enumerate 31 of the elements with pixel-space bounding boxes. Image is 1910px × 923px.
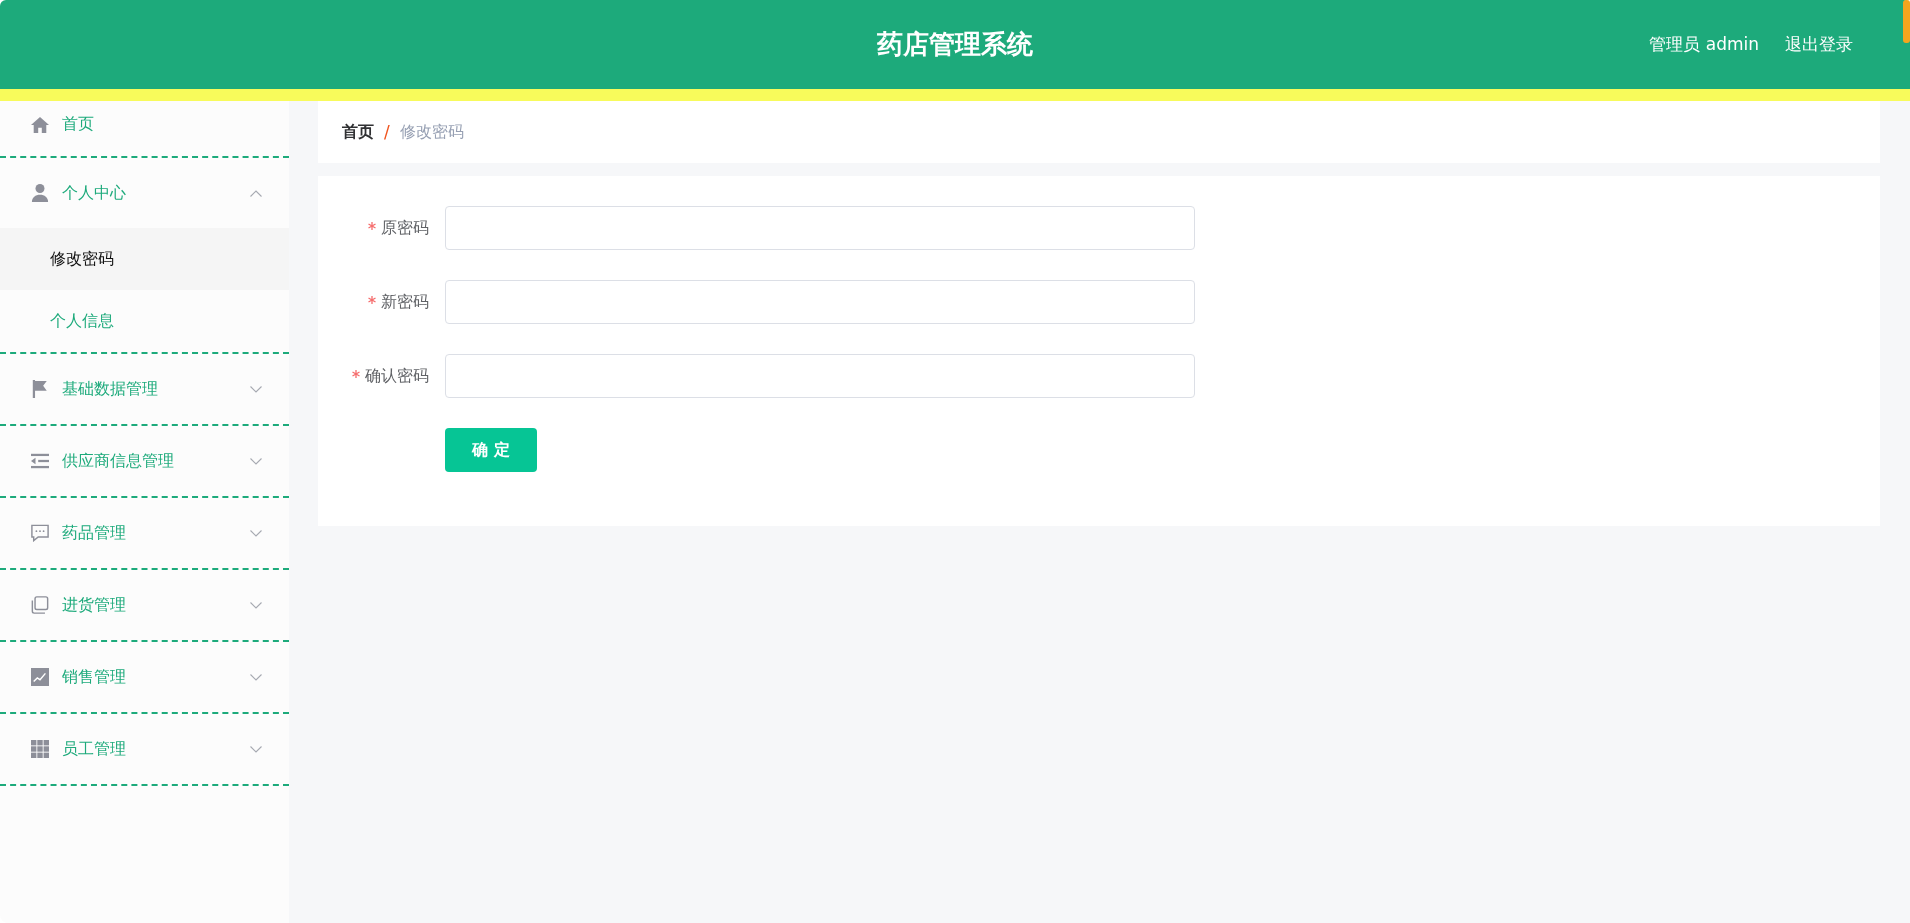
home-icon — [31, 115, 49, 134]
flag-icon — [31, 380, 49, 398]
breadcrumb-current: 修改密码 — [399, 121, 464, 143]
password-field[interactable] — [445, 206, 1195, 250]
breadcrumb-link[interactable]: 首页 — [342, 121, 374, 143]
line-chart-icon — [31, 668, 49, 686]
copy-icon — [31, 596, 49, 614]
menu-item[interactable]: 基础数据管理 — [0, 354, 289, 424]
user-icon — [31, 184, 49, 202]
chat-bubble-icon — [31, 524, 49, 542]
password-field[interactable] — [445, 280, 1195, 324]
menu-item[interactable]: 供应商信息管理 — [0, 426, 289, 496]
menu-item[interactable]: 员工管理 — [0, 714, 289, 784]
confirm-button[interactable]: 确 定 — [445, 428, 537, 472]
field-label: 原密码 — [381, 217, 429, 239]
user-name: 管理员 admin — [1649, 33, 1759, 56]
indent-list-icon — [31, 452, 49, 470]
menu-item[interactable]: 个人中心 — [0, 158, 289, 228]
password-field[interactable] — [445, 354, 1195, 398]
submenu-item[interactable]: 修改密码 — [0, 228, 289, 290]
menu-item[interactable]: 进货管理 — [0, 570, 289, 640]
menu-item[interactable]: 药品管理 — [0, 498, 289, 568]
field-label: 确认密码 — [365, 365, 429, 387]
menu-item[interactable]: 销售管理 — [0, 642, 289, 712]
grid-icon — [31, 740, 49, 758]
scrollbar-thumb[interactable] — [1903, 0, 1910, 43]
field-label: 新密码 — [381, 291, 429, 313]
app-title: 药店管理系统 — [877, 28, 1033, 61]
menu-item[interactable]: 首页 — [0, 101, 289, 156]
breadcrumb-separator: / — [384, 122, 390, 142]
logout-link[interactable]: 退出登录 — [1785, 33, 1853, 56]
